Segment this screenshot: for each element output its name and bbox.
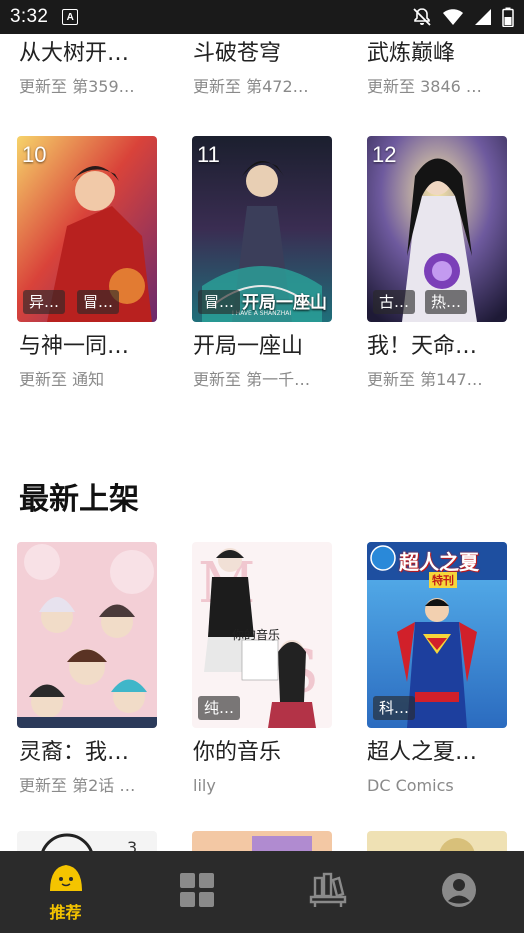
comic-title: 与神一同… [19, 334, 130, 359]
genre-tag: 热… [425, 290, 468, 314]
comic-update: 更新至 第359… [19, 77, 135, 96]
tab-label: 推荐 [49, 903, 82, 922]
comic-cover[interactable]: 11 开局一座山 I HAVE A SHANZHAI 冒… [192, 136, 332, 322]
battery-icon [502, 7, 514, 27]
genre-tag: 异… [23, 290, 66, 314]
svg-text:3: 3 [127, 838, 137, 851]
genre-tag: 冒… [77, 290, 120, 314]
notification-a-icon: A [62, 9, 79, 25]
comic-update: 更新至 第472… [193, 77, 309, 96]
genre-tag: 科… [373, 696, 416, 720]
comic-title: 超人之夏… [367, 740, 478, 765]
comic-cover[interactable]: 12 古… 热… [367, 136, 507, 322]
rank-number: 12 [372, 142, 397, 167]
category-icon [179, 872, 215, 912]
comic-card[interactable]: 斗破苍穹 更新至 第472… [193, 39, 333, 99]
section-title: 最新上架 [19, 482, 139, 517]
comic-cover[interactable] [192, 831, 332, 851]
tab-recommend[interactable]: 推荐 [0, 851, 131, 933]
comic-card[interactable]: 灵裔：我… 更新至 第2话 … [19, 738, 159, 798]
status-time: 3:32 [10, 6, 49, 27]
comic-cover[interactable]: 超人之夏 特刊 科… [367, 542, 507, 728]
bottom-nav: 推荐 [0, 851, 524, 933]
comic-title: 我！天命… [367, 334, 478, 359]
signal-icon [474, 8, 492, 26]
rank-number: 11 [197, 142, 220, 167]
comic-card[interactable]: 武炼巅峰 更新至 3846 … [367, 39, 507, 99]
recommend-icon [46, 861, 86, 897]
comic-update: 更新至 第一千… [193, 370, 311, 389]
genre-tag: 冒… [198, 290, 241, 314]
tab-category[interactable] [131, 851, 262, 933]
profile-icon [441, 872, 477, 912]
comic-cover[interactable]: M S 你的音乐 纯… [192, 542, 332, 728]
comic-title: 斗破苍穹 [193, 41, 282, 66]
wifi-icon [442, 8, 464, 26]
tab-bookshelf[interactable] [262, 851, 393, 933]
comic-card[interactable]: 你的音乐 lily [193, 738, 333, 798]
comic-card[interactable]: 我！天命… 更新至 第147… [367, 332, 507, 392]
cover-title-art: 超人之夏 [399, 550, 479, 574]
comic-cover[interactable] [17, 542, 157, 728]
comic-card[interactable]: 开局一座山 更新至 第一千… [193, 332, 333, 392]
comic-cover[interactable] [367, 831, 507, 851]
cover-subtitle-art: I HAVE A SHANZHAI [232, 310, 292, 317]
comic-card[interactable]: 与神一同… 更新至 通知 [19, 332, 159, 392]
comic-author: DC Comics [367, 776, 454, 795]
cover-title-art: 你的音乐 [232, 628, 281, 642]
genre-tag: 古… [373, 290, 416, 314]
comic-card[interactable]: 从大树开… 更新至 第359… [19, 39, 159, 99]
comic-update: 更新至 第147… [367, 370, 483, 389]
cover-badge-art: 特刊 [429, 572, 457, 588]
genre-tag: 纯… [198, 696, 241, 720]
comic-update: 更新至 3846 … [367, 77, 482, 96]
comic-update: 更新至 通知 [19, 370, 105, 389]
comic-title: 开局一座山 [193, 334, 304, 359]
bookshelf-icon [309, 872, 347, 912]
comic-cover[interactable]: 3 [17, 831, 157, 851]
comic-title: 你的音乐 [193, 740, 282, 765]
comic-title: 武炼巅峰 [367, 41, 456, 66]
tab-profile[interactable] [393, 851, 524, 933]
comic-update: 更新至 第2话 … [19, 776, 136, 795]
home-feed[interactable]: 从大树开… 更新至 第359… 斗破苍穹 更新至 第472… 武炼巅峰 更新至 … [0, 34, 524, 851]
bell-off-icon [412, 7, 432, 27]
rank-number: 10 [22, 142, 47, 167]
comic-title: 从大树开… [19, 41, 130, 66]
status-bar: 3:32 A [0, 0, 524, 34]
comic-author: lily [193, 776, 216, 795]
comic-cover[interactable]: 10 异… 冒… [17, 136, 157, 322]
comic-title: 灵裔：我… [19, 740, 130, 765]
comic-card[interactable]: 超人之夏… DC Comics [367, 738, 507, 798]
